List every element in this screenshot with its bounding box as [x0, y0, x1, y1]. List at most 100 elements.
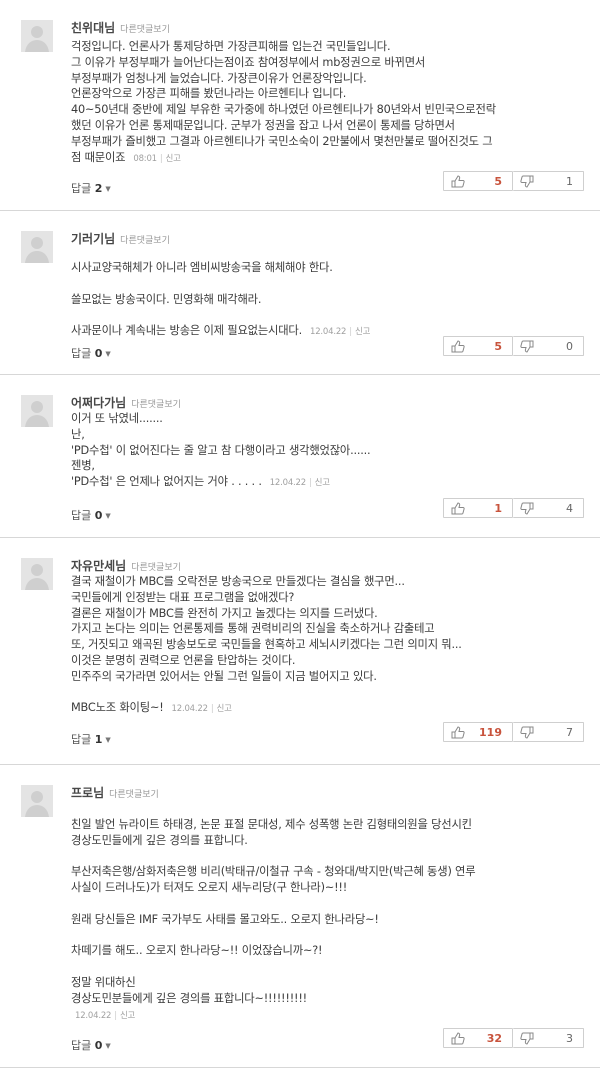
- comment-line: [71, 307, 584, 323]
- comment-meta: 08:01 | 신고: [133, 153, 181, 164]
- comment-text: 시사교양국해체가 아니라 엠비씨방송국을 해체해야 한다. 쓸모없는 방송국이다.…: [71, 260, 584, 341]
- comment-item: 어쩌다가님 다른댓글보기이거 또 낚였네....... 난, 'PD수첩' 이 없어진…: [0, 375, 600, 538]
- comment-line-text: 민주주의 국가라면 있어서는 안될 그런 일들이 지금 벌어지고 있다.: [71, 669, 377, 683]
- comment-date: 12.04.22: [171, 704, 208, 715]
- avatar[interactable]: [21, 20, 53, 52]
- dislike-button[interactable]: 7: [513, 722, 584, 742]
- comment-line-text: 국민들에게 인정받는 대표 프로그램을 없애겠다?: [71, 590, 295, 604]
- reply-label: 답글: [71, 182, 92, 195]
- comment-line: [71, 928, 584, 944]
- like-button[interactable]: 5: [443, 171, 513, 191]
- like-count: 5: [494, 339, 502, 353]
- other-comments-link[interactable]: 다른댓글보기: [131, 400, 181, 410]
- comment-footer: 답글 0 ▼ 1 4: [0, 498, 600, 528]
- comment-line: 결국 재철이가 MBC를 오락전문 방송국으로 만들겠다는 결심을 했구먼...: [71, 574, 584, 590]
- comment-line-text: 결론은 재철이가 MBC를 완전히 가지고 놀겠다는 의지를 드러냈다.: [71, 606, 378, 620]
- reply-count: 0: [94, 509, 103, 522]
- comment-line: 이거 또 낚였네.......: [71, 411, 584, 427]
- reply-toggle-button[interactable]: 답글 0 ▼: [71, 507, 111, 523]
- comment-item: 자유만세님 다른댓글보기 결국 재철이가 MBC를 오락전문 방송국으로 만들겠다는…: [0, 538, 600, 765]
- comment-line: 가지고 논다는 의미는 언론통제를 통해 권력비리의 진실을 축소하거나 감출테…: [71, 621, 584, 637]
- comment-line-text: 친일 발언 뉴라이트 하태경, 논문 표절 문대성, 제수 성폭행 논란 김형태…: [71, 818, 472, 831]
- comment-header: 기러기님 다른댓글보기: [71, 228, 170, 247]
- comment-line-text: 차떼기를 해도.. 오로지 한나라당~!! 이었잖습니까~?!: [71, 944, 323, 958]
- like-count: 32: [486, 1031, 502, 1045]
- other-comments-link[interactable]: 다른댓글보기: [131, 563, 181, 573]
- vote-group: 14: [443, 498, 584, 518]
- comment-list: 친위대님 다른댓글보기 걱정입니다. 언론사가 통제당하면 가장큰피해를 입는건 국…: [0, 0, 600, 1068]
- thumbs-up-icon: [451, 339, 465, 353]
- like-count: 119: [479, 725, 502, 739]
- dislike-count: 4: [566, 501, 573, 515]
- like-button[interactable]: 5: [443, 336, 513, 356]
- caret-down-icon: ▼: [105, 736, 111, 744]
- reply-toggle-button[interactable]: 답글 1 ▼: [71, 731, 111, 747]
- vote-group: 51: [443, 171, 584, 191]
- like-button[interactable]: 1: [443, 498, 513, 518]
- like-button[interactable]: 32: [443, 1028, 513, 1048]
- comment-item: 기러기님 다른댓글보기시사교양국해체가 아니라 엠비씨방송국을 해체해야 한다. 쓸…: [0, 211, 600, 375]
- comment-line: 정말 위대하신: [71, 975, 584, 991]
- dislike-count: 1: [566, 174, 573, 188]
- like-count: 1: [494, 501, 502, 515]
- comment-line: 언론장악으로 가장큰 피해를 봤던나라는 아르헨티나 입니다.: [71, 86, 584, 102]
- reply-toggle-button[interactable]: 답글 0 ▼: [71, 1037, 111, 1053]
- reply-count: 1: [94, 733, 103, 746]
- dislike-button[interactable]: 3: [513, 1028, 584, 1048]
- comment-line: 'PD수첩' 이 없어진다는 줄 알고 참 다행이라고 생각했었잖아......: [71, 443, 584, 459]
- avatar[interactable]: [21, 785, 53, 817]
- comment-line: [71, 849, 584, 865]
- dislike-count: 7: [566, 725, 573, 739]
- report-link[interactable]: 신고: [315, 478, 330, 488]
- report-link[interactable]: 신고: [216, 704, 231, 714]
- nickname[interactable]: 친위대님: [71, 21, 115, 35]
- comment-header: 프로님 다른댓글보기: [71, 782, 159, 801]
- meta-separator: |: [210, 704, 214, 715]
- comment-footer: 답글 2 ▼ 5 1: [0, 171, 600, 201]
- comment-line-text: 부정부패가 엄청나게 늘었습니다. 가장큰이유가 언론장악입니다.: [71, 71, 367, 85]
- dislike-button[interactable]: 0: [513, 336, 584, 356]
- comment-line-text: 'PD수첩' 이 없어진다는 줄 알고 참 다행이라고 생각했었잖아......: [71, 443, 371, 457]
- reply-toggle-button[interactable]: 답글 0 ▼: [71, 345, 111, 361]
- comment-line-text: 경상도민분들에게 깊은 경의를 표합니다~!!!!!!!!!!: [71, 991, 308, 1005]
- comment-line-text: 정말 위대하신: [71, 975, 136, 989]
- reply-count: 0: [94, 347, 103, 360]
- comment-item: 프로님 다른댓글보기친일 발언 뉴라이트 하태경, 논문 표절 문대성, 제수 성…: [0, 765, 600, 1068]
- reply-label: 답글: [71, 733, 92, 746]
- comment-line: 점 때문이죠 08:01 | 신고: [71, 150, 584, 168]
- avatar[interactable]: [21, 395, 53, 427]
- comment-line-text: 점 때문이죠: [71, 150, 126, 164]
- like-button[interactable]: 119: [443, 722, 513, 742]
- nickname[interactable]: 자유만세님: [71, 559, 126, 573]
- comment-meta: 12.04.22 | 신고: [270, 478, 330, 488]
- comment-line-text: 난,: [71, 427, 85, 441]
- comment-text: 친일 발언 뉴라이트 하태경, 논문 표절 문대성, 제수 성폭행 논란 김형태…: [71, 817, 584, 1024]
- thumbs-up-icon: [451, 501, 465, 515]
- comment-line-text: 경상도민들에게 깊은 경의를 표합니다.: [71, 833, 248, 847]
- dislike-button[interactable]: 4: [513, 498, 584, 518]
- nickname[interactable]: 기러기님: [71, 232, 115, 246]
- comment-date: 08:01: [133, 153, 157, 164]
- avatar[interactable]: [21, 231, 53, 263]
- report-link[interactable]: 신고: [166, 154, 181, 164]
- comment-line: [71, 685, 584, 701]
- nickname[interactable]: 어쩌다가님: [71, 396, 126, 410]
- meta-separator: |: [159, 153, 163, 164]
- nickname[interactable]: 프로님: [71, 786, 104, 800]
- comment-line: 그 이유가 부정부패가 늘어난다는점이죠 참여정부에서 mb정권으로 바뀌면서: [71, 55, 584, 71]
- comment-footer: 답글 0 ▼ 32 3: [0, 1028, 600, 1058]
- comment-line: 친일 발언 뉴라이트 하태경, 논문 표절 문대성, 제수 성폭행 논란 김형태…: [71, 817, 584, 833]
- avatar[interactable]: [21, 558, 53, 590]
- other-comments-link[interactable]: 다른댓글보기: [109, 790, 159, 800]
- dislike-button[interactable]: 1: [513, 171, 584, 191]
- comment-line: [71, 896, 584, 912]
- reply-toggle-button[interactable]: 답글 2 ▼: [71, 180, 111, 196]
- other-comments-link[interactable]: 다른댓글보기: [120, 236, 170, 246]
- other-comments-link[interactable]: 다른댓글보기: [120, 25, 170, 35]
- comment-line: 시사교양국해체가 아니라 엠비씨방송국을 해체해야 한다.: [71, 260, 584, 276]
- comment-line-text: 이거 또 낚였네.......: [71, 412, 163, 425]
- report-link[interactable]: 신고: [120, 1011, 135, 1021]
- comment-line-text: 부산저축은행/삼화저축은행 비리(박태규/이철규 구속 - 청와대/박지만(박근…: [71, 865, 476, 879]
- comment-line: 사실이 드러나도)가 터져도 오로지 새누리당(구 한나라)~!!!: [71, 880, 584, 896]
- comment-line: 40~50년대 중반에 제일 부유한 국가중에 하나였던 아르헨티나가 80년와…: [71, 102, 584, 118]
